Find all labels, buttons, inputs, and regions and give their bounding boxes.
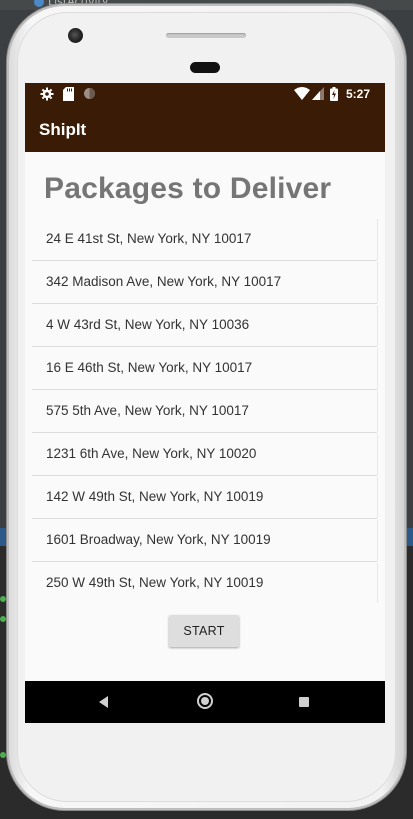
device-screen: 5:27 ShipIt Packages to Deliver 24 E 41s…: [25, 83, 385, 723]
list-item[interactable]: 1231 6th Ave, New York, NY 10020: [32, 433, 377, 476]
address-label: 342 Madison Ave, New York, NY 10017: [46, 274, 282, 289]
proximity-sensor: [190, 62, 220, 73]
start-button[interactable]: START: [169, 615, 239, 647]
status-bar: 5:27: [25, 83, 385, 107]
address-label: 1601 Broadway, New York, NY 10019: [46, 532, 271, 547]
recent-apps-icon[interactable]: [299, 697, 309, 707]
sd-card-icon: [63, 87, 74, 101]
address-label: 575 5th Ave, New York, NY 10017: [46, 403, 249, 418]
ide-gutter-marker-icon: [0, 752, 6, 758]
earpiece-speaker: [166, 33, 246, 38]
address-label: 142 W 49th St, New York, NY 10019: [46, 489, 264, 504]
status-time: 5:27: [345, 87, 370, 101]
address-label: 250 W 49th St, New York, NY 10019: [46, 575, 264, 590]
home-icon[interactable]: [197, 693, 213, 709]
activity-icon: [34, 0, 44, 7]
page-title: Packages to Deliver: [44, 172, 332, 205]
app-toolbar: ShipIt: [25, 107, 385, 152]
address-label: 4 W 43rd St, New York, NY 10036: [46, 317, 250, 332]
battery-charging-icon: [330, 87, 338, 101]
front-camera-icon: [68, 28, 83, 43]
gear-icon: [40, 87, 54, 101]
list-item[interactable]: 142 W 49th St, New York, NY 10019: [32, 476, 377, 519]
navigation-bar: [25, 681, 385, 723]
wifi-icon: [294, 87, 310, 100]
package-list[interactable]: 24 E 41st St, New York, NY 10017 342 Mad…: [32, 218, 377, 604]
list-item[interactable]: 250 W 49th St, New York, NY 10019: [32, 562, 377, 604]
sync-circle-icon: [84, 88, 95, 99]
list-item[interactable]: 575 5th Ave, New York, NY 10017: [32, 390, 377, 433]
list-item[interactable]: 4 W 43rd St, New York, NY 10036: [32, 304, 377, 347]
back-icon[interactable]: [99, 696, 108, 708]
list-item[interactable]: 24 E 41st St, New York, NY 10017: [32, 218, 377, 261]
address-label: 16 E 46th St, New York, NY 10017: [46, 360, 253, 375]
address-label: 1231 6th Ave, New York, NY 10020: [46, 446, 257, 461]
list-item[interactable]: 342 Madison Ave, New York, NY 10017: [32, 261, 377, 304]
signal-icon: [312, 87, 324, 100]
ide-gutter-marker-icon: [0, 596, 6, 602]
app-title: ShipIt: [39, 120, 87, 139]
list-item[interactable]: 16 E 46th St, New York, NY 10017: [32, 347, 377, 390]
ide-gutter-marker-icon: [0, 616, 6, 622]
list-item[interactable]: 1601 Broadway, New York, NY 10019: [32, 519, 377, 562]
address-label: 24 E 41st St, New York, NY 10017: [46, 231, 252, 246]
